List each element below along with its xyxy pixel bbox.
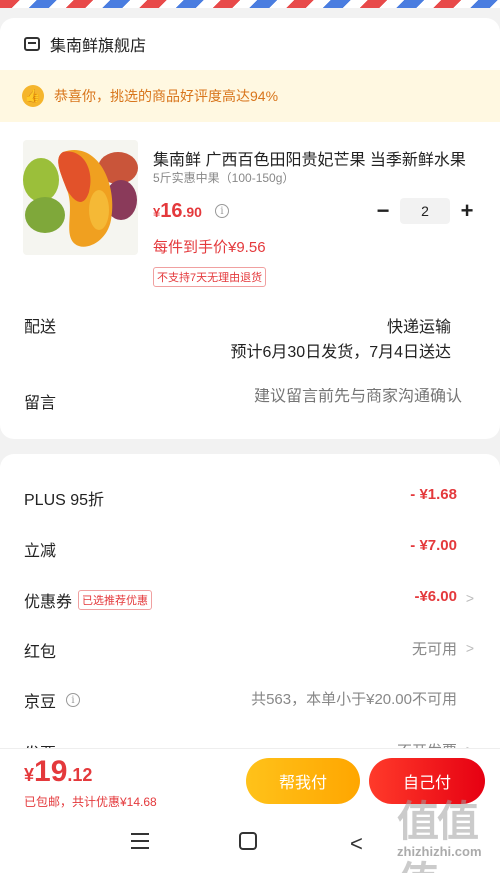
red-packet-row[interactable]: 红包 无可用 > [0, 634, 500, 664]
thumbs-up-icon: 👍 [22, 85, 44, 107]
delivery-method[interactable]: 快递运输 [387, 313, 451, 337]
instant-discount-label: 立减 [24, 543, 57, 560]
plus-button[interactable]: + [456, 198, 478, 223]
praise-text: 恭喜你，挑选的商品好评度高达94% [54, 88, 279, 104]
plus-discount-label: PLUS 95折 [24, 492, 105, 509]
product-item: 集南鲜 广西百色田阳贵妃芒果 当季新鲜水果 5斤实惠中果（100-150g） ¥… [0, 122, 500, 292]
discount-card: PLUS 95折 - ¥1.68 立减 - ¥7.00 优惠券 已选推荐优惠 -… [0, 454, 500, 784]
watermark-logo: 值值值 [397, 797, 479, 873]
quantity-stepper: − 2 + [372, 198, 478, 224]
coupon-tag: 已选推荐优惠 [78, 590, 153, 610]
total-price: ¥19.12 [24, 755, 92, 789]
quantity-input[interactable]: 2 [400, 198, 450, 224]
store-icon [24, 37, 40, 51]
jd-beans-label: 京豆 [24, 694, 57, 711]
total-integer: 19 [34, 755, 68, 788]
coupon-row[interactable]: 优惠券 已选推荐优惠 -¥6.00 > [0, 584, 500, 614]
per-unit-price: 每件到手价¥9.56 [153, 239, 266, 256]
remark-label: 留言 [24, 395, 57, 412]
plus-discount-value: - ¥1.68 [410, 486, 457, 503]
praise-banner: 👍 恭喜你，挑选的商品好评度高达94% [0, 70, 500, 122]
instant-discount-value: - ¥7.00 [410, 537, 457, 554]
product-spec: 5斤实惠中果（100-150g） [153, 171, 295, 185]
product-image[interactable] [23, 140, 138, 255]
watermark: 值值值 zhizhizhi.com [395, 788, 500, 873]
coupon-value: -¥6.00 [414, 588, 457, 605]
delivery-time: 预计6月30日发货，7月4日送达 [230, 344, 452, 361]
product-price: ¥16.90 [153, 200, 202, 223]
total-subtitle: 已包邮，共计优惠¥14.68 [24, 795, 157, 809]
store-name: 集南鲜旗舰店 [50, 38, 147, 55]
total-currency: ¥ [24, 765, 35, 785]
coupon-label-group: 优惠券 已选推荐优惠 [24, 588, 153, 612]
home-icon[interactable] [239, 832, 257, 850]
chevron-right-icon: > [465, 590, 474, 606]
delivery-label: 配送 [24, 319, 57, 336]
jd-beans-label-group: 京豆 i [24, 688, 81, 712]
jd-beans-row: 京豆 i 共563，本单小于¥20.00不可用 [0, 684, 500, 714]
jd-beans-value: 共563，本单小于¥20.00不可用 [251, 691, 457, 708]
remark-input[interactable] [202, 388, 462, 406]
price-decimal: .90 [182, 204, 202, 220]
product-title[interactable]: 集南鲜 广西百色田阳贵妃芒果 当季新鲜水果 [153, 146, 478, 170]
watermark-url: zhizhizhi.com [397, 844, 482, 859]
return-policy-badge: 不支持7天无理由退货 [153, 267, 267, 287]
airmail-border [0, 0, 500, 8]
info-icon[interactable]: i [215, 204, 229, 218]
chevron-right-icon: > [465, 640, 474, 656]
red-packet-label: 红包 [24, 644, 57, 661]
store-header[interactable]: 集南鲜旗舰店 [0, 18, 500, 70]
total-decimal: .12 [67, 765, 93, 785]
menu-icon[interactable] [131, 833, 149, 849]
minus-button[interactable]: − [372, 198, 394, 223]
plus-discount-row: PLUS 95折 - ¥1.68 [0, 482, 500, 512]
instant-discount-row: 立减 - ¥7.00 [0, 533, 500, 563]
order-item-card: 集南鲜旗舰店 👍 恭喜你，挑选的商品好评度高达94% 集南鲜 广西百色田阳贵妃芒… [0, 18, 500, 439]
red-packet-value: 无可用 [411, 641, 457, 658]
friend-pay-button[interactable]: 帮我付 [246, 758, 360, 804]
price-integer: 16 [160, 200, 183, 222]
coupon-label: 优惠券 [24, 594, 73, 611]
back-icon[interactable]: < [350, 831, 363, 857]
info-icon[interactable]: i [66, 693, 81, 707]
